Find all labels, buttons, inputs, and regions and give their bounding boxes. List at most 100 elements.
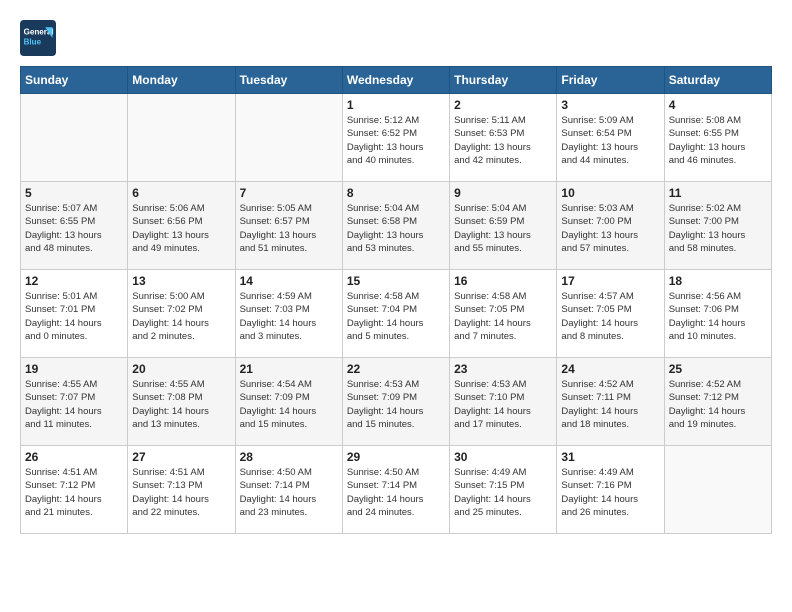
calendar-day-cell: 18 Sunrise: 4:56 AM Sunset: 7:06 PM Dayli… <box>664 270 771 358</box>
day-number: 19 <box>25 362 123 376</box>
calendar-day-cell: 6Sunrise: 5:06 AM Sunset: 6:56 PM Daylig… <box>128 182 235 270</box>
day-info: Sunrise: 4:50 AM Sunset: 7:14 PM Dayligh… <box>347 466 445 519</box>
day-info: Sunrise: 5:12 AM Sunset: 6:52 PM Dayligh… <box>347 114 445 167</box>
calendar-day-cell: 8 Sunrise: 5:04 AM Sunset: 6:58 PM Daylig… <box>342 182 449 270</box>
day-info: Sunrise: 5:01 AM Sunset: 7:01 PM Dayligh… <box>25 290 123 343</box>
day-number: 15 <box>347 274 445 288</box>
empty-day-cell <box>128 94 235 182</box>
day-info: Sunrise: 4:51 AM Sunset: 7:12 PM Dayligh… <box>25 466 123 519</box>
day-info: Sunrise: 4:51 AM Sunset: 7:13 PM Dayligh… <box>132 466 230 519</box>
empty-day-cell <box>235 94 342 182</box>
day-info: Sunrise: 5:04 AM Sunset: 6:58 PM Dayligh… <box>347 202 445 255</box>
calendar-day-cell: 1 Sunrise: 5:12 AM Sunset: 6:52 PM Daylig… <box>342 94 449 182</box>
calendar-day-cell: 5 Sunrise: 5:07 AM Sunset: 6:55 PM Daylig… <box>21 182 128 270</box>
day-number: 8 <box>347 186 445 200</box>
calendar-day-cell: 13Sunrise: 5:00 AM Sunset: 7:02 PM Dayli… <box>128 270 235 358</box>
day-number: 23 <box>454 362 552 376</box>
day-info: Sunrise: 5:05 AM Sunset: 6:57 PM Dayligh… <box>240 202 338 255</box>
calendar-day-cell: 30 Sunrise: 4:49 AM Sunset: 7:15 PM Dayli… <box>450 446 557 534</box>
day-number: 27 <box>132 450 230 464</box>
calendar-week-row: 12 Sunrise: 5:01 AM Sunset: 7:01 PM Dayli… <box>21 270 772 358</box>
weekday-header-monday: Monday <box>128 67 235 94</box>
calendar-week-row: 19 Sunrise: 4:55 AM Sunset: 7:07 PM Dayli… <box>21 358 772 446</box>
day-number: 26 <box>25 450 123 464</box>
day-number: 24 <box>561 362 659 376</box>
empty-day-cell <box>21 94 128 182</box>
day-info: Sunrise: 4:49 AM Sunset: 7:16 PM Dayligh… <box>561 466 659 519</box>
calendar-day-cell: 7 Sunrise: 5:05 AM Sunset: 6:57 PM Daylig… <box>235 182 342 270</box>
day-number: 12 <box>25 274 123 288</box>
calendar-body: 1 Sunrise: 5:12 AM Sunset: 6:52 PM Daylig… <box>21 94 772 534</box>
weekday-header-row: SundayMondayTuesdayWednesdayThursdayFrid… <box>21 67 772 94</box>
day-info: Sunrise: 5:07 AM Sunset: 6:55 PM Dayligh… <box>25 202 123 255</box>
calendar-day-cell: 27 Sunrise: 4:51 AM Sunset: 7:13 PM Dayli… <box>128 446 235 534</box>
day-info: Sunrise: 4:59 AM Sunset: 7:03 PM Dayligh… <box>240 290 338 343</box>
logo-icon: General Blue <box>20 20 56 56</box>
calendar-day-cell: 31 Sunrise: 4:49 AM Sunset: 7:16 PM Dayli… <box>557 446 664 534</box>
weekday-header-wednesday: Wednesday <box>342 67 449 94</box>
day-info: Sunrise: 4:53 AM Sunset: 7:09 PM Dayligh… <box>347 378 445 431</box>
calendar-week-row: 1 Sunrise: 5:12 AM Sunset: 6:52 PM Daylig… <box>21 94 772 182</box>
day-info: Sunrise: 4:58 AM Sunset: 7:04 PM Dayligh… <box>347 290 445 343</box>
day-number: 10 <box>561 186 659 200</box>
day-number: 25 <box>669 362 767 376</box>
day-info: Sunrise: 4:55 AM Sunset: 7:07 PM Dayligh… <box>25 378 123 431</box>
svg-text:Blue: Blue <box>24 37 42 46</box>
calendar-day-cell: 11 Sunrise: 5:02 AM Sunset: 7:00 PM Dayli… <box>664 182 771 270</box>
day-number: 5 <box>25 186 123 200</box>
calendar-day-cell: 14 Sunrise: 4:59 AM Sunset: 7:03 PM Dayli… <box>235 270 342 358</box>
day-number: 21 <box>240 362 338 376</box>
day-number: 31 <box>561 450 659 464</box>
calendar-day-cell: 12 Sunrise: 5:01 AM Sunset: 7:01 PM Dayli… <box>21 270 128 358</box>
calendar-day-cell: 3 Sunrise: 5:09 AM Sunset: 6:54 PM Daylig… <box>557 94 664 182</box>
calendar-day-cell: 22 Sunrise: 4:53 AM Sunset: 7:09 PM Dayli… <box>342 358 449 446</box>
day-info: Sunrise: 4:52 AM Sunset: 7:11 PM Dayligh… <box>561 378 659 431</box>
day-info: Sunrise: 5:04 AM Sunset: 6:59 PM Dayligh… <box>454 202 552 255</box>
calendar-day-cell: 21Sunrise: 4:54 AM Sunset: 7:09 PM Dayli… <box>235 358 342 446</box>
day-number: 28 <box>240 450 338 464</box>
calendar-day-cell: 28Sunrise: 4:50 AM Sunset: 7:14 PM Dayli… <box>235 446 342 534</box>
calendar-day-cell: 25Sunrise: 4:52 AM Sunset: 7:12 PM Dayli… <box>664 358 771 446</box>
day-number: 7 <box>240 186 338 200</box>
weekday-header-tuesday: Tuesday <box>235 67 342 94</box>
day-number: 16 <box>454 274 552 288</box>
day-number: 14 <box>240 274 338 288</box>
day-info: Sunrise: 5:02 AM Sunset: 7:00 PM Dayligh… <box>669 202 767 255</box>
day-info: Sunrise: 4:49 AM Sunset: 7:15 PM Dayligh… <box>454 466 552 519</box>
day-number: 3 <box>561 98 659 112</box>
day-number: 6 <box>132 186 230 200</box>
calendar-week-row: 26 Sunrise: 4:51 AM Sunset: 7:12 PM Dayli… <box>21 446 772 534</box>
day-info: Sunrise: 5:08 AM Sunset: 6:55 PM Dayligh… <box>669 114 767 167</box>
calendar-day-cell: 10 Sunrise: 5:03 AM Sunset: 7:00 PM Dayli… <box>557 182 664 270</box>
calendar-day-cell: 9 Sunrise: 5:04 AM Sunset: 6:59 PM Daylig… <box>450 182 557 270</box>
calendar-day-cell: 15 Sunrise: 4:58 AM Sunset: 7:04 PM Dayli… <box>342 270 449 358</box>
calendar-day-cell: 26 Sunrise: 4:51 AM Sunset: 7:12 PM Dayli… <box>21 446 128 534</box>
day-info: Sunrise: 4:57 AM Sunset: 7:05 PM Dayligh… <box>561 290 659 343</box>
weekday-header-thursday: Thursday <box>450 67 557 94</box>
day-number: 9 <box>454 186 552 200</box>
day-number: 18 <box>669 274 767 288</box>
day-info: Sunrise: 4:55 AM Sunset: 7:08 PM Dayligh… <box>132 378 230 431</box>
calendar-day-cell: 23 Sunrise: 4:53 AM Sunset: 7:10 PM Dayli… <box>450 358 557 446</box>
calendar-day-cell: 17Sunrise: 4:57 AM Sunset: 7:05 PM Dayli… <box>557 270 664 358</box>
day-number: 29 <box>347 450 445 464</box>
calendar-day-cell: 4Sunrise: 5:08 AM Sunset: 6:55 PM Daylig… <box>664 94 771 182</box>
day-number: 11 <box>669 186 767 200</box>
calendar-header: SundayMondayTuesdayWednesdayThursdayFrid… <box>21 67 772 94</box>
day-info: Sunrise: 4:53 AM Sunset: 7:10 PM Dayligh… <box>454 378 552 431</box>
calendar-day-cell: 2Sunrise: 5:11 AM Sunset: 6:53 PM Daylig… <box>450 94 557 182</box>
logo: General Blue <box>20 20 62 56</box>
day-number: 30 <box>454 450 552 464</box>
day-number: 20 <box>132 362 230 376</box>
day-info: Sunrise: 4:58 AM Sunset: 7:05 PM Dayligh… <box>454 290 552 343</box>
day-info: Sunrise: 5:11 AM Sunset: 6:53 PM Dayligh… <box>454 114 552 167</box>
calendar-day-cell: 20 Sunrise: 4:55 AM Sunset: 7:08 PM Dayli… <box>128 358 235 446</box>
day-number: 22 <box>347 362 445 376</box>
day-info: Sunrise: 4:56 AM Sunset: 7:06 PM Dayligh… <box>669 290 767 343</box>
weekday-header-sunday: Sunday <box>21 67 128 94</box>
calendar-week-row: 5 Sunrise: 5:07 AM Sunset: 6:55 PM Daylig… <box>21 182 772 270</box>
day-info: Sunrise: 5:09 AM Sunset: 6:54 PM Dayligh… <box>561 114 659 167</box>
day-number: 1 <box>347 98 445 112</box>
day-info: Sunrise: 5:03 AM Sunset: 7:00 PM Dayligh… <box>561 202 659 255</box>
calendar-day-cell: 24 Sunrise: 4:52 AM Sunset: 7:11 PM Dayli… <box>557 358 664 446</box>
